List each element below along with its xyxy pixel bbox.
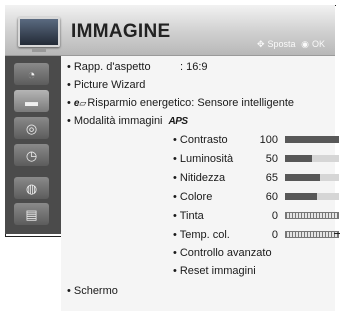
setting-slider[interactable] [285, 212, 339, 219]
aps-badge: APS [168, 116, 189, 127]
setting-label: • Tinta [173, 210, 204, 222]
setting-label: • Nitidezza [173, 172, 226, 184]
ok-hint-label: OK [311, 39, 325, 49]
picture-wizard-label: Picture Wizard [73, 79, 146, 91]
setting-label-text: Contrasto [179, 134, 228, 146]
setting-label: • Luminosità [173, 153, 234, 165]
tv-picture-icon: ▬ [25, 93, 38, 109]
menu-item-picture-wizard[interactable]: • Picture Wizard [67, 79, 145, 91]
advanced-control-label: Controllo avanzato [179, 247, 272, 259]
setting-label-text: Tinta [179, 210, 204, 222]
menu-item-energy-saving[interactable]: • e▱Risparmio energetico: Sensore intelli… [67, 97, 294, 109]
page-title: IMMAGINE [71, 21, 171, 42]
setting-label-text: Temp. col. [179, 229, 230, 241]
setting-slider[interactable] [285, 136, 339, 143]
sidebar-item-channel[interactable]: ◔ [14, 63, 49, 85]
menu-item-advanced-control[interactable]: • Controllo avanzato [173, 247, 272, 259]
leaf-icon: ▱ [79, 98, 87, 108]
callout-line [334, 233, 340, 234]
reset-picture-label: Reset immagini [179, 265, 256, 277]
options-icon: ▤ [25, 206, 38, 222]
setting-value: 100 [259, 134, 278, 146]
move-hint-label: Sposta [267, 39, 296, 49]
sidebar: ◔ ▬ ◎ ◷ ◍ ▤ [5, 56, 61, 234]
menu-item-picture-mode[interactable]: • Modalità immagini APS [67, 115, 188, 127]
sidebar-item-audio[interactable]: ◎ [14, 117, 49, 139]
setting-slider-fill [285, 193, 318, 200]
setting-value: 0 [271, 210, 278, 222]
setting-value: 0 [271, 229, 278, 241]
menu-item-reset-picture[interactable]: • Reset immagini [173, 265, 256, 277]
setting-value: 50 [265, 153, 278, 165]
energy-saving-label: Risparmio energetico: Sensore intelligen… [87, 97, 295, 109]
menu-item-screen[interactable]: • Schermo [67, 285, 118, 297]
sidebar-item-options[interactable]: ▤ [14, 203, 49, 225]
setting-label: • Contrasto [173, 134, 228, 146]
setting-slider-fill [285, 155, 312, 162]
clock-icon: ◷ [25, 147, 38, 163]
satellite-dish-icon: ◔ [27, 66, 36, 82]
navigation-hint: ✥ Sposta ◉ OK [257, 39, 328, 50]
setting-slider-fill [285, 174, 321, 181]
aspect-label: Rapp. d'aspetto [73, 61, 151, 73]
setting-value: 65 [265, 172, 278, 184]
setting-slider-fill [285, 136, 339, 143]
setting-label-text: Nitidezza [179, 172, 226, 184]
setting-slider[interactable] [285, 155, 339, 162]
lock-icon: ◍ [25, 180, 38, 196]
move-arrows-icon: ✥ [257, 39, 265, 49]
aspect-value: : 16:9 [180, 61, 208, 73]
setting-value: 60 [265, 191, 278, 203]
ok-icon: ◉ [301, 39, 309, 49]
setting-label: • Colore [173, 191, 213, 203]
menu-item-aspect[interactable]: • Rapp. d'aspetto : 16:9 [67, 61, 208, 73]
setting-slider[interactable] [285, 193, 339, 200]
menu-header: IMMAGINE ✥ Sposta ◉ OK [5, 5, 335, 56]
audio-icon: ◎ [25, 120, 38, 136]
setting-label: • Temp. col. [173, 229, 230, 241]
sidebar-item-lock[interactable]: ◍ [14, 177, 49, 199]
setting-slider[interactable] [285, 231, 339, 238]
sidebar-item-picture[interactable]: ▬ [14, 90, 49, 112]
setting-label-text: Luminosità [179, 153, 234, 165]
tv-picture-icon [18, 17, 60, 52]
picture-mode-label: Modalità immagini [73, 115, 163, 127]
sidebar-item-time[interactable]: ◷ [14, 144, 49, 166]
menu-content: • Rapp. d'aspetto : 16:9 • Picture Wizard … [61, 56, 339, 311]
screen-label: Schermo [73, 285, 118, 297]
setting-slider[interactable] [285, 174, 339, 181]
setting-label-text: Colore [179, 191, 213, 203]
